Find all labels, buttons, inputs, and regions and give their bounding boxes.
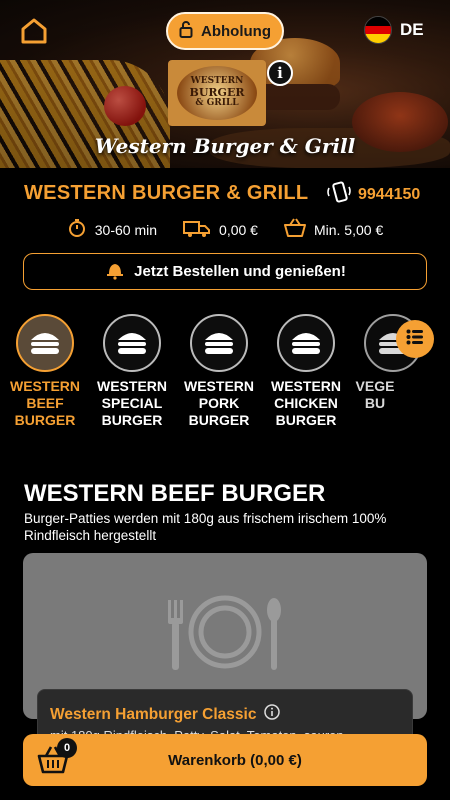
info-icon[interactable]: i [267, 60, 293, 86]
delivery-stats: 30-60 min 0,00 € Min. 5,00 € [0, 218, 450, 241]
plate-cutlery-icon [160, 594, 290, 679]
basket-icon [283, 218, 306, 241]
pickup-button[interactable]: Abholung [166, 12, 284, 50]
info-icon[interactable] [264, 704, 281, 725]
restaurant-logo: WESTERN BURGER & GRILL [168, 60, 266, 126]
delivery-truck-icon [183, 218, 211, 241]
restaurant-display-name: Western Burger & Grill [94, 134, 356, 158]
pickup-label: Abholung [201, 22, 271, 40]
delivery-time: 30-60 min [67, 218, 157, 241]
restaurant-name: WESTERN BURGER & GRILL [24, 182, 309, 204]
burger-icon [190, 314, 248, 372]
category-carousel[interactable]: WESTERN BEEF BURGER WESTERN SPECIAL BURG… [0, 314, 450, 434]
category-list-button[interactable] [396, 320, 434, 358]
german-flag-icon [364, 16, 392, 44]
hero-banner: Abholung DE WESTERN BURGER & GRILL i Wes… [0, 0, 450, 168]
phone-ringing-icon [326, 180, 352, 209]
burger-icon [277, 314, 335, 372]
phone-link[interactable]: 9944150 [326, 180, 420, 209]
min-order: Min. 5,00 € [283, 218, 383, 241]
list-icon [406, 329, 424, 350]
phone-number: 9944150 [358, 185, 421, 203]
bell-icon [104, 260, 126, 284]
cart-count-badge: 0 [57, 738, 77, 758]
product-name: Western Hamburger Classic [50, 705, 257, 723]
category-western-beef-burger[interactable]: WESTERN BEEF BURGER [0, 314, 90, 429]
burger-icon [103, 314, 161, 372]
language-selector[interactable]: DE [364, 16, 424, 44]
lock-icon [179, 20, 193, 42]
category-western-pork-burger[interactable]: WESTERN PORK BURGER [174, 314, 264, 429]
stopwatch-icon [67, 218, 87, 241]
section-description: Burger-Patties werden mit 180g aus frisc… [24, 511, 387, 543]
order-now-banner[interactable]: Jetzt Bestellen und genießen! [23, 253, 427, 290]
home-icon[interactable] [20, 18, 48, 44]
delivery-fee: 0,00 € [183, 218, 258, 241]
section-title: WESTERN BEEF BURGER [24, 480, 326, 507]
burger-icon [16, 314, 74, 372]
cart-label: Warenkorb (0,00 €) [168, 751, 302, 769]
category-western-special-burger[interactable]: WESTERN SPECIAL BURGER [87, 314, 177, 429]
language-code: DE [400, 20, 424, 39]
cart-button[interactable]: 0 Warenkorb (0,00 €) [23, 734, 427, 786]
